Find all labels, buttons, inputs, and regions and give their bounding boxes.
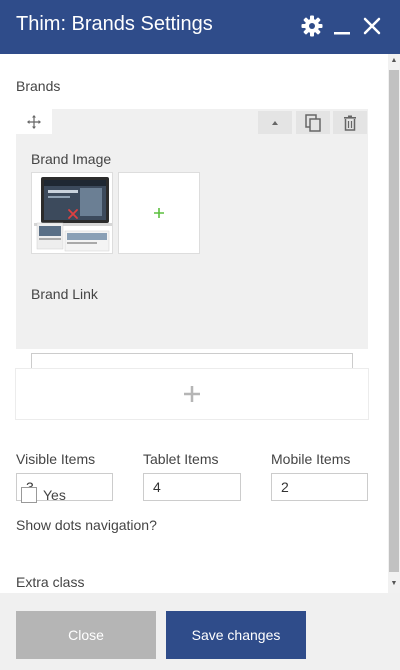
close-icon[interactable] xyxy=(360,14,384,38)
caret-up-icon xyxy=(272,120,278,125)
move-handle[interactable] xyxy=(16,109,52,134)
brand-image-label: Brand Image xyxy=(31,151,112,167)
scrollbar-thumb[interactable] xyxy=(389,70,399,572)
plus-icon xyxy=(184,386,200,402)
move-icon xyxy=(27,114,41,129)
brands-section-label: Brands xyxy=(16,78,61,94)
scroll-up-icon[interactable]: ▲ xyxy=(388,54,400,68)
collapse-button[interactable] xyxy=(258,111,292,134)
gear-icon[interactable] xyxy=(300,14,324,38)
delete-button[interactable] xyxy=(333,111,367,134)
copy-icon xyxy=(305,113,321,132)
mobile-items-label: Mobile Items xyxy=(271,451,351,467)
brand-item-panel: Brand Image Brand Link xyxy=(16,109,368,389)
add-brand-item-button[interactable] xyxy=(15,368,369,420)
save-changes-button[interactable]: Save changes xyxy=(166,611,306,659)
dialog-footer: Close Save changes xyxy=(0,593,400,670)
dots-navigation-checkbox[interactable] xyxy=(21,487,37,503)
scroll-down-icon[interactable]: ▼ xyxy=(388,577,400,591)
minimize-icon[interactable] xyxy=(330,14,354,38)
settings-content: Brands Brand Image Brand Link Visible It… xyxy=(0,54,388,593)
plus-icon xyxy=(154,208,164,218)
add-image-button[interactable] xyxy=(118,172,200,254)
tablet-items-label: Tablet Items xyxy=(143,451,219,467)
brand-item-body: Brand Image Brand Link xyxy=(16,134,368,389)
dialog-titlebar: Thim: Brands Settings xyxy=(0,0,400,54)
tablet-items-input[interactable] xyxy=(143,473,241,501)
dialog-title: Thim: Brands Settings xyxy=(16,13,213,35)
dots-navigation-option-label: Yes xyxy=(43,487,66,503)
trash-icon xyxy=(344,115,356,131)
extra-class-label: Extra class xyxy=(16,574,85,590)
duplicate-button[interactable] xyxy=(296,111,330,134)
mobile-items-input[interactable] xyxy=(271,473,368,501)
content-scrollbar[interactable]: ▲ ▼ xyxy=(388,54,400,593)
remove-image-icon[interactable] xyxy=(67,208,79,220)
visible-items-label: Visible Items xyxy=(16,451,96,467)
brand-link-label: Brand Link xyxy=(31,286,98,302)
dots-navigation-label: Show dots navigation? xyxy=(16,517,157,533)
brand-image-thumbnail[interactable] xyxy=(31,172,114,254)
close-button[interactable]: Close xyxy=(16,611,156,659)
